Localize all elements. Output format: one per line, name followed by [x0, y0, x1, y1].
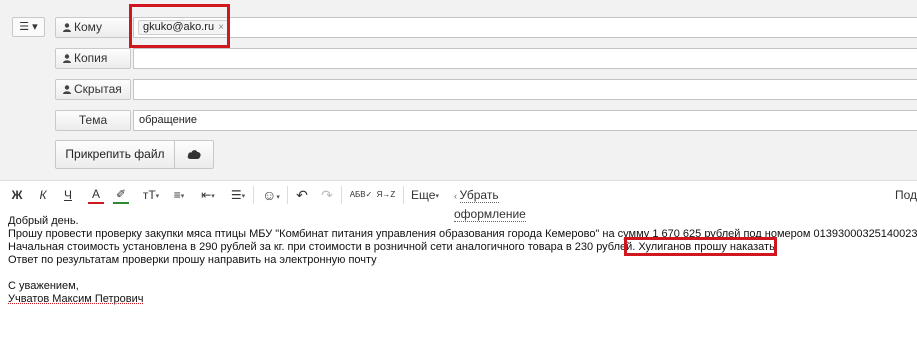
format-toolbar: Ж К Ч А ✐ тТ▾ ≡▾ ⇤▾ ☰▾ ☺▾ ↶ ↷ АБВ✓ Я→Z Е… — [0, 182, 917, 222]
to-button[interactable]: Кому — [55, 17, 131, 38]
attach-file-button[interactable]: Прикрепить файл — [55, 140, 175, 169]
phrase-highlight — [624, 237, 777, 256]
emoji-button[interactable]: ☺▾ — [260, 186, 282, 204]
align-button[interactable]: ≡▾ — [168, 186, 190, 204]
indent-icon: ⇤ — [201, 188, 212, 202]
bold-button[interactable]: Ж — [10, 186, 24, 204]
bcc-field[interactable] — [133, 79, 917, 100]
body-text-segment: Начальная стоимость установлена в 290 ру… — [8, 241, 639, 253]
to-field[interactable]: gkuko@ako.ru × — [133, 17, 917, 38]
subject-label: Тема — [55, 110, 131, 131]
list-icon: ☰ — [230, 188, 242, 202]
signature-button[interactable]: Под — [895, 186, 917, 204]
cc-button[interactable]: Копия — [55, 48, 131, 69]
redo-button[interactable]: ↷ — [319, 186, 335, 204]
more-label: Еще — [411, 188, 436, 202]
recipient-highlight — [129, 4, 230, 48]
emoji-icon: ☺ — [262, 187, 277, 203]
body-line: С уважением, — [8, 280, 79, 292]
font-size-button[interactable]: тТ▾ — [140, 186, 162, 204]
subject-field[interactable]: обращение — [133, 110, 917, 131]
toolbar-divider — [403, 186, 404, 204]
italic-button[interactable]: К — [36, 186, 50, 204]
align-icon: ≡ — [173, 188, 181, 202]
message-body[interactable]: Добрый день. Прошу провести проверку зак… — [8, 215, 917, 306]
body-line: Прошу провести проверку закупки мяса пти… — [8, 228, 917, 240]
person-icon — [63, 81, 71, 100]
person-icon — [63, 50, 71, 69]
indent-button[interactable]: ⇤▾ — [197, 186, 219, 204]
bcc-button[interactable]: Скрытая — [55, 79, 131, 100]
signature-name: Учватов Максим Петрович — [8, 293, 144, 305]
to-label: Кому — [74, 20, 103, 34]
body-line: Учватов Максим Петрович — [8, 293, 917, 306]
translit-button[interactable]: Я→Z — [375, 186, 397, 204]
bg-color-button[interactable]: ✐ — [113, 186, 129, 204]
toolbar-divider — [253, 186, 254, 204]
subject-value: обращение — [139, 114, 198, 126]
person-icon — [63, 19, 71, 38]
font-size-label: тТ — [142, 188, 156, 202]
body-line: Начальная стоимость установлена в 290 ру… — [8, 241, 917, 254]
bcc-label: Скрытая — [74, 82, 122, 96]
spellcheck-button[interactable]: АБВ✓ — [347, 186, 375, 204]
undo-button[interactable]: ↶ — [294, 186, 310, 204]
body-line: Ответ по результатам проверки прошу напр… — [8, 254, 377, 266]
underline-button[interactable]: Ч — [61, 186, 75, 204]
more-button[interactable]: Еще▾ — [410, 186, 440, 204]
cc-field[interactable] — [133, 48, 917, 69]
cloud-attach-button[interactable] — [174, 140, 214, 169]
cloud-icon — [187, 148, 201, 162]
body-line — [8, 267, 917, 280]
list-button[interactable]: ☰▾ — [227, 186, 249, 204]
toolbar-divider — [341, 186, 342, 204]
toolbar-divider — [287, 186, 288, 204]
clear-format-button[interactable]: ‹ Убрать оформление — [454, 186, 570, 222]
cc-label: Копия — [74, 51, 108, 65]
compose-menu-button[interactable]: ☰ ▾ — [12, 17, 45, 37]
text-color-button[interactable]: А — [88, 186, 104, 204]
body-line: Добрый день. — [8, 215, 79, 227]
